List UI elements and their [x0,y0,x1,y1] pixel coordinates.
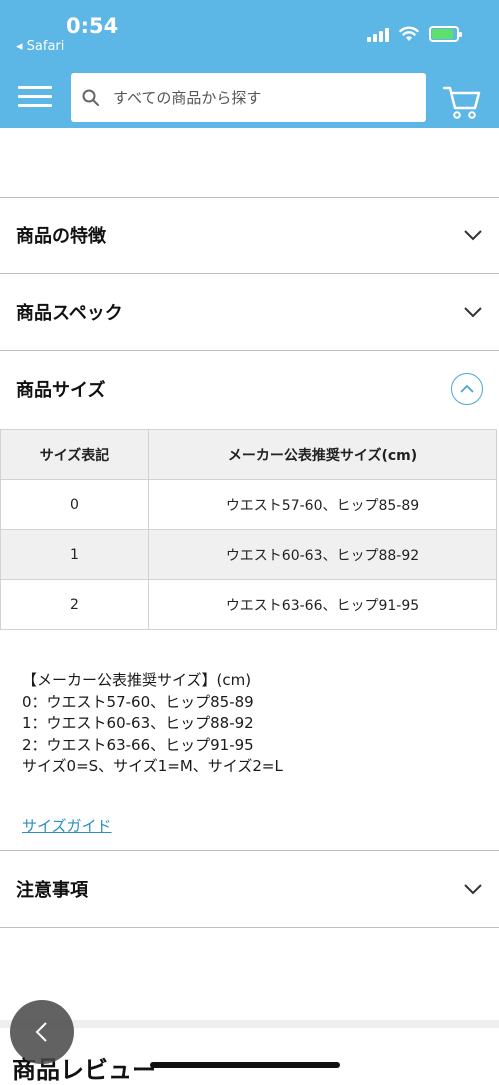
battery-charging-icon [429,26,462,42]
accordion-size-title: 商品サイズ [16,380,106,401]
accordion-specs-title: 商品スペック [16,303,123,324]
table-cell: ウエスト60-63、ヒップ88-92 [148,529,497,580]
chevron-down-icon [464,884,482,895]
accordion-features-title: 商品の特徴 [16,226,106,247]
chevron-down-icon [464,230,482,241]
size-note-line: サイズ0=S、サイズ1=M、サイズ2=L [22,757,283,775]
hamburger-menu-button[interactable] [18,84,52,110]
wifi-icon [399,26,419,41]
table-header-cell: サイズ表記 [0,429,149,480]
section-separator [0,1020,499,1028]
collapse-button[interactable] [451,373,483,405]
accordion-features[interactable]: 商品の特徴 [0,198,499,272]
accordion-notes[interactable]: 注意事項 [0,852,499,926]
size-note-line: 0：ウエスト57-60、ヒップ85-89 [22,692,254,711]
size-guide-link[interactable]: サイズガイド [22,815,112,836]
status-icons [367,26,462,42]
table-row: 0 ウエスト57-60、ヒップ85-89 [0,479,497,530]
home-indicator[interactable] [150,1062,340,1068]
divider [0,273,499,274]
divider [0,350,499,351]
accordion-size[interactable]: 商品サイズ [0,352,499,426]
size-table: サイズ表記 メーカー公表推奨サイズ(cm) 0 ウエスト57-60、ヒップ85-… [0,429,497,630]
table-cell: 2 [0,579,149,630]
status-time: 0:54 [66,14,119,38]
search-box[interactable] [71,73,426,122]
table-cell: 0 [0,479,149,530]
chevron-down-icon [464,307,482,318]
size-note-line: 【メーカー公表推奨サイズ】(cm) [22,671,252,689]
divider [0,850,499,851]
table-header-cell: メーカー公表推奨サイズ(cm) [148,429,497,480]
accordion-specs[interactable]: 商品スペック [0,275,499,349]
chevron-left-icon [35,1022,47,1042]
size-notes: 【メーカー公表推奨サイズ】(cm) 0：ウエスト57-60、ヒップ85-89 1… [22,670,283,778]
search-input[interactable] [111,87,411,108]
cellular-signal-icon [367,26,389,42]
back-to-safari-link[interactable]: ◂ Safari [16,39,64,54]
chevron-up-icon [460,384,474,393]
cart-icon[interactable] [442,80,482,120]
search-icon [82,89,99,106]
size-note-line: 1：ウエスト60-63、ヒップ88-92 [22,714,254,732]
accordion-notes-title: 注意事項 [16,880,88,901]
size-note-line: 2：ウエスト63-66、ヒップ91-95 [22,735,254,754]
table-row: 2 ウエスト63-66、ヒップ91-95 [0,579,497,630]
table-cell: ウエスト63-66、ヒップ91-95 [148,579,497,630]
floating-back-button[interactable] [10,1000,74,1064]
table-cell: 1 [0,529,149,580]
table-row: 1 ウエスト60-63、ヒップ88-92 [0,529,497,580]
app-header: 0:54 ◂ Safari [0,0,499,128]
table-cell: ウエスト57-60、ヒップ85-89 [148,479,497,530]
divider [0,927,499,928]
table-header-row: サイズ表記 メーカー公表推奨サイズ(cm) [0,429,497,480]
